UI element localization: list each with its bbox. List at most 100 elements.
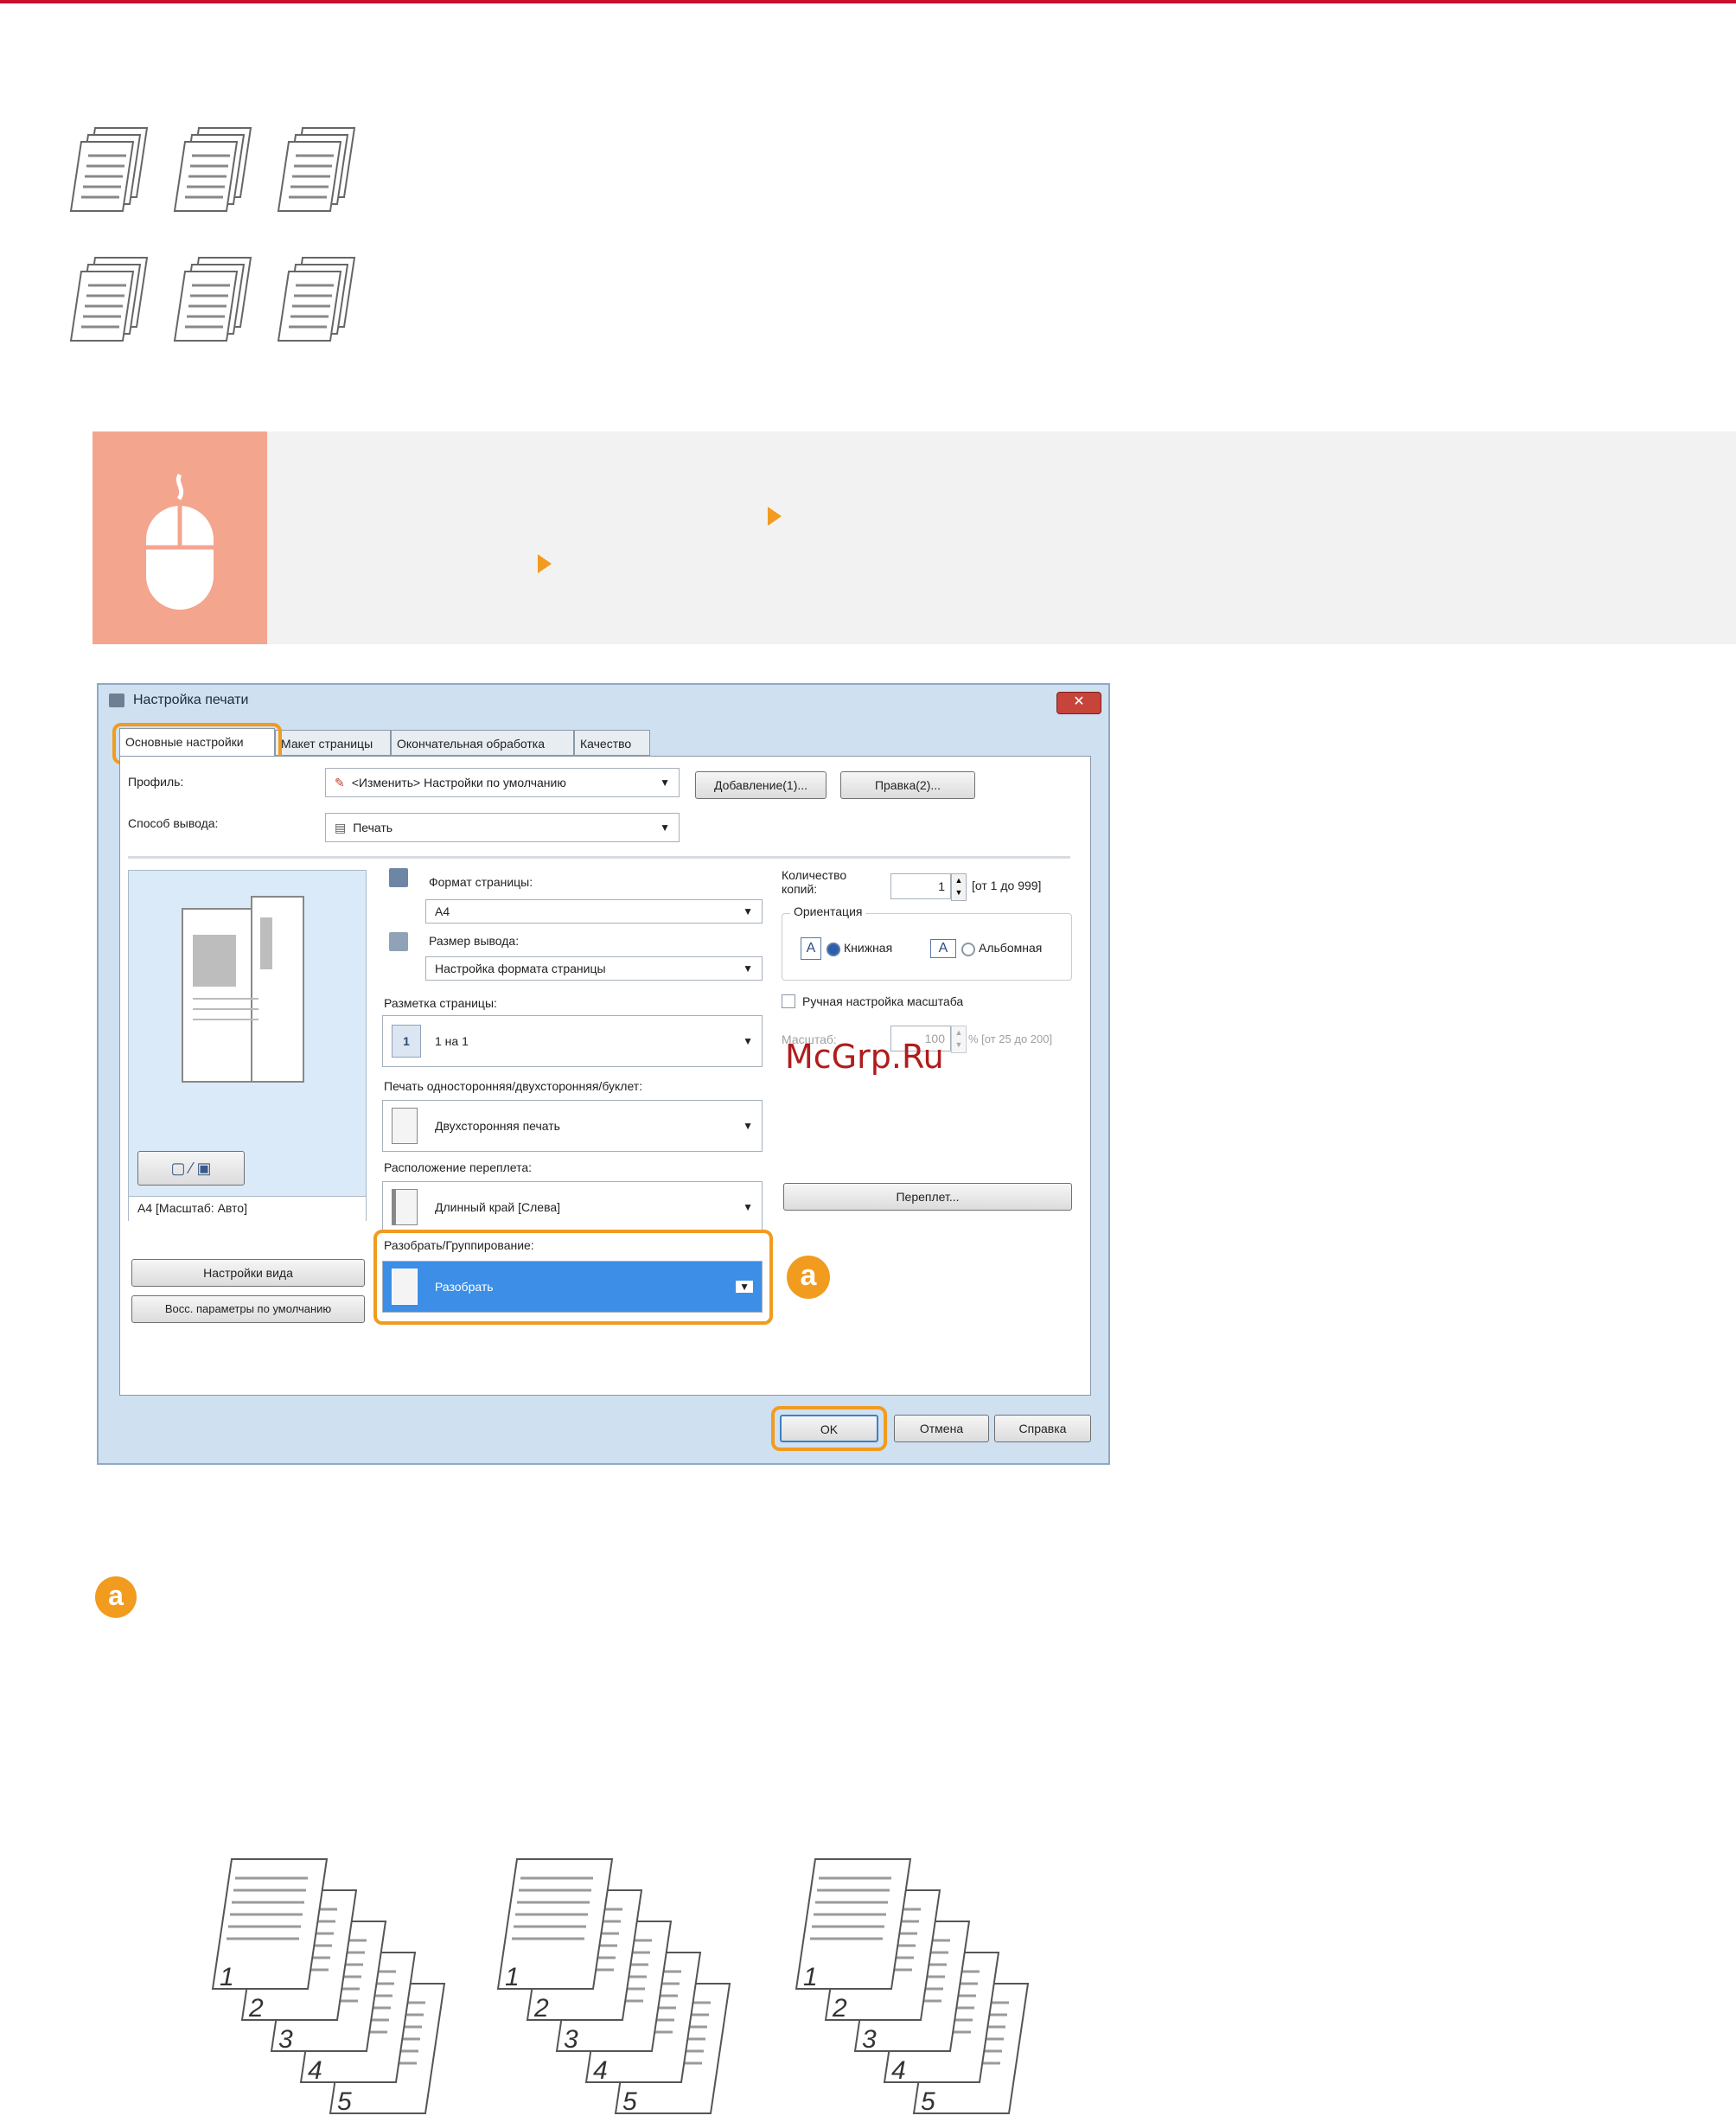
landscape-radio[interactable] xyxy=(961,943,975,956)
restore-defaults-button[interactable]: Восс. параметры по умолчанию xyxy=(131,1295,365,1323)
pencil-icon: ✎ xyxy=(335,775,345,789)
output-size-select[interactable]: Настройка формата страницы ▼ xyxy=(425,956,763,981)
page-layout-label: Разметка страницы: xyxy=(384,996,497,1010)
page-layout-select[interactable]: 1 1 на 1 ▼ xyxy=(382,1015,763,1067)
portrait-radio[interactable] xyxy=(827,943,840,956)
chevron-down-icon: ▼ xyxy=(743,905,753,917)
chevron-down-icon: ▼ xyxy=(736,1281,753,1293)
manual-scaling-checkbox[interactable] xyxy=(782,994,795,1008)
chevron-down-icon: ▼ xyxy=(660,777,670,789)
view-settings-button[interactable]: Настройки вида xyxy=(131,1259,365,1287)
stack-page-number: 3 xyxy=(278,2025,293,2054)
copies-input[interactable]: 1 xyxy=(890,873,951,899)
page-stacks-illustration xyxy=(69,126,356,342)
binding-button[interactable]: Переплет... xyxy=(783,1183,1072,1211)
preview-caption: A4 [Масштаб: Авто] xyxy=(137,1201,247,1215)
close-button[interactable]: ✕ xyxy=(1056,692,1101,714)
stack-page-number: 1 xyxy=(505,1963,520,1991)
profile-add-button[interactable]: Добавление(1)... xyxy=(695,771,827,799)
stack-page-number: 2 xyxy=(248,1994,264,2023)
portrait-label: Книжная xyxy=(844,941,893,955)
stack-page-number: 4 xyxy=(593,2056,608,2085)
duplex-value: Двухсторонняя печать xyxy=(435,1119,560,1133)
page-size-select[interactable]: A4 ▼ xyxy=(425,899,763,924)
printer-small-icon: ▤ xyxy=(335,820,347,834)
preview-page-icon xyxy=(182,896,304,1083)
callout-a-badge: a xyxy=(787,1256,830,1299)
profile-edit-button[interactable]: Правка(2)... xyxy=(840,771,975,799)
page-stack: 54321 xyxy=(795,1858,1030,2116)
page-size-value: A4 xyxy=(435,904,450,918)
tab-page-layout[interactable]: Макет страницы xyxy=(275,730,391,756)
profile-value: <Изменить> Настройки по умолчанию xyxy=(351,776,566,789)
chevron-down-icon: ▼ xyxy=(743,1120,753,1132)
tab-quality[interactable]: Качество xyxy=(574,730,650,756)
copies-value: 1 xyxy=(938,879,945,893)
tab-finishing[interactable]: Окончательная обработка xyxy=(391,730,574,756)
ok-button[interactable]: OK xyxy=(780,1415,878,1442)
binding-label: Расположение переплета: xyxy=(384,1160,532,1174)
portrait-icon: A xyxy=(801,937,821,960)
step-arrow-icon xyxy=(768,507,782,526)
preview-mode-icon: ▢ ⁄ ▣ xyxy=(170,1160,212,1177)
output-method-label: Способ вывода: xyxy=(128,816,219,830)
help-button[interactable]: Справка xyxy=(994,1415,1091,1442)
tip-banner xyxy=(93,431,1736,644)
dialog-title: Настройка печати xyxy=(133,693,249,707)
stack-page-number: 2 xyxy=(533,1994,549,2023)
duplex-select[interactable]: Двухсторонняя печать ▼ xyxy=(382,1100,763,1152)
preview-toggle-button[interactable]: ▢ ⁄ ▣ xyxy=(137,1151,245,1186)
separator xyxy=(128,856,1070,859)
mouse-icon xyxy=(146,473,214,610)
page-stack: 54321 xyxy=(496,1858,731,2116)
cancel-button[interactable]: Отмена xyxy=(894,1415,989,1442)
manual-scaling-label: Ручная настройка масштаба xyxy=(802,994,964,1008)
duplex-page-icon xyxy=(392,1108,418,1144)
output-size-label: Размер вывода: xyxy=(429,934,520,948)
page-size-icon xyxy=(389,868,408,887)
profile-select[interactable]: ✎ <Изменить> Настройки по умолчанию ▼ xyxy=(325,768,680,797)
stack-page-number: 4 xyxy=(891,2056,906,2085)
duplex-label: Печать односторонняя/двухсторонняя/букле… xyxy=(384,1079,643,1093)
stack-page-number: 4 xyxy=(308,2056,322,2085)
copies-spinner[interactable]: ▲ ▼ xyxy=(951,873,967,901)
stack-page-number: 5 xyxy=(337,2087,352,2116)
binding-select[interactable]: Длинный край [Слева] ▼ xyxy=(382,1181,763,1233)
top-border xyxy=(0,0,1736,3)
printer-icon xyxy=(109,693,124,707)
page-layout-value: 1 на 1 xyxy=(435,1034,469,1048)
preview-caption-bar: A4 [Масштаб: Авто] xyxy=(129,1196,366,1221)
output-method-select[interactable]: ▤ Печать ▼ xyxy=(325,813,680,842)
page-stack: 54321 xyxy=(211,1858,446,2116)
collate-page-icon xyxy=(392,1269,418,1305)
collate-select[interactable]: Разобрать ▼ xyxy=(382,1261,763,1313)
profile-label: Профиль: xyxy=(128,775,184,789)
chevron-down-icon: ▼ xyxy=(743,1201,753,1213)
binding-value: Длинный край [Слева] xyxy=(435,1200,561,1214)
orientation-label: Ориентация xyxy=(790,904,866,918)
stack-page-number: 1 xyxy=(803,1963,818,1991)
stack-page-number: 5 xyxy=(622,2087,637,2116)
chevron-down-icon: ▼ xyxy=(743,962,753,975)
page-size-label: Формат страницы: xyxy=(429,875,533,889)
landscape-label: Альбомная xyxy=(979,941,1043,955)
watermark: McGrp.Ru xyxy=(785,1038,944,1076)
callout-a-marker: a xyxy=(95,1576,137,1618)
landscape-icon: A xyxy=(930,939,956,958)
copies-range: [от 1 до 999] xyxy=(972,879,1042,892)
stack-page-number: 3 xyxy=(862,2025,877,2054)
binding-page-icon xyxy=(392,1189,418,1225)
output-method-value: Печать xyxy=(353,821,393,834)
collated-stacks-svg: 543215432154321 xyxy=(211,1858,1030,2116)
output-size-icon xyxy=(389,932,408,951)
scale-range: % [от 25 до 200] xyxy=(968,1032,1053,1045)
collate-value: Разобрать xyxy=(435,1280,494,1294)
chevron-down-icon: ▼ xyxy=(743,1035,753,1047)
page-layout-badge: 1 xyxy=(392,1025,421,1058)
step-arrow-icon xyxy=(538,554,552,573)
stack-page-number: 3 xyxy=(564,2025,578,2054)
copies-label: Количество копий: xyxy=(782,868,847,896)
stack-page-number: 5 xyxy=(921,2087,935,2116)
scale-spinner[interactable]: ▲ ▼ xyxy=(951,1026,967,1053)
collate-label: Разобрать/Группирование: xyxy=(384,1238,534,1252)
